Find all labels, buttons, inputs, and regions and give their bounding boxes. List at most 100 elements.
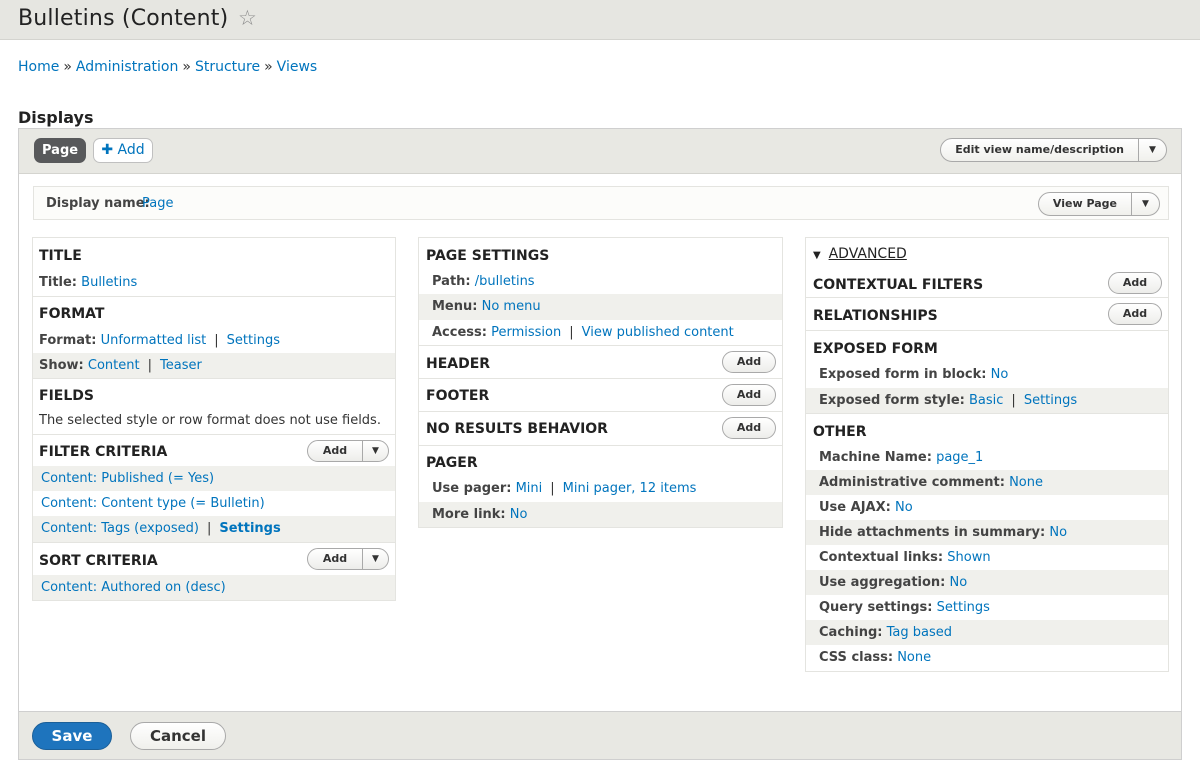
contextual-filters-label: CONTEXTUAL FILTERS <box>813 277 984 293</box>
add-display-button[interactable]: ✚ Add <box>93 138 153 163</box>
header-add-button[interactable]: Add <box>722 351 776 373</box>
fields-note: The selected style or row format does no… <box>39 413 381 428</box>
pager-heading: PAGER <box>426 455 478 471</box>
edit-view-button[interactable]: Edit view name/description <box>941 139 1138 161</box>
chevron-down-icon[interactable]: ▼ <box>362 441 388 461</box>
no-results-label: NO RESULTS BEHAVIOR <box>426 421 608 437</box>
star-icon[interactable]: ☆ <box>238 6 257 30</box>
header-label: HEADER <box>426 356 491 372</box>
add-display-label: Add <box>117 142 145 158</box>
more-link-row: More link: No <box>419 502 782 527</box>
use-ajax-link[interactable]: No <box>895 500 913 515</box>
access-value-link[interactable]: Permission <box>491 325 561 340</box>
chevron-down-icon[interactable]: ▼ <box>1131 193 1159 215</box>
chevron-down-icon[interactable]: ▼ <box>1138 139 1166 161</box>
breadcrumb-structure[interactable]: Structure <box>195 59 260 75</box>
exposed-style-label: Exposed form style: <box>819 393 965 408</box>
more-link-label: More link: <box>432 507 506 522</box>
page-header: Bulletins (Content) ☆ <box>0 0 1200 40</box>
filter-add-split-button: Add ▼ <box>307 440 389 462</box>
save-button[interactable]: Save <box>32 722 112 750</box>
no-results-add-button[interactable]: Add <box>722 417 776 439</box>
format-value-link[interactable]: Unformatted list <box>101 333 207 348</box>
admin-comment-link[interactable]: None <box>1009 475 1043 490</box>
show-row: Show: Content | Teaser <box>33 353 395 378</box>
machine-name-link[interactable]: page_1 <box>936 450 983 465</box>
format-settings-link[interactable]: Settings <box>227 333 280 348</box>
exposed-style-settings-link[interactable]: Settings <box>1024 393 1077 408</box>
other-label: Use AJAX: <box>819 500 891 515</box>
other-label: CSS class: <box>819 650 894 665</box>
breadcrumb-views[interactable]: Views <box>277 59 318 75</box>
format-heading: FORMAT <box>39 306 105 322</box>
menu-label: Menu: <box>432 299 478 314</box>
filter-content-type-link[interactable]: Content: Content type (= Bulletin) <box>41 496 265 511</box>
menu-value-link[interactable]: No menu <box>482 299 541 314</box>
exposed-style-value-link[interactable]: Basic <box>969 393 1003 408</box>
relationships-add-button[interactable]: Add <box>1108 303 1162 325</box>
sort-authored-link[interactable]: Content: Authored on (desc) <box>41 580 226 595</box>
sort-add-button[interactable]: Add <box>308 549 362 569</box>
sort-criteria-label: SORT CRITERIA <box>39 553 158 569</box>
breadcrumb-administration[interactable]: Administration <box>76 59 178 75</box>
use-pager-value-link[interactable]: Mini <box>516 481 543 496</box>
other-label: Caching: <box>819 625 883 640</box>
breadcrumb-home[interactable]: Home <box>18 59 59 75</box>
contextual-filters-add-button[interactable]: Add <box>1108 272 1162 294</box>
other-label: Use aggregation: <box>819 575 946 590</box>
advanced-toggle[interactable]: ▼ ADVANCED <box>806 238 1168 265</box>
use-aggregation-link[interactable]: No <box>950 575 968 590</box>
other-row: Query settings: Settings <box>806 595 1168 620</box>
filter-add-button[interactable]: Add <box>308 441 362 461</box>
exposed-form-heading: EXPOSED FORM <box>813 341 938 357</box>
other-row: Machine Name: page_1 <box>806 445 1168 470</box>
chevron-down-icon[interactable]: ▼ <box>362 549 388 569</box>
other-row: Use aggregation: No <box>806 570 1168 595</box>
filter-item: Content: Tags (exposed) | Settings <box>33 516 395 542</box>
path-row: Path: /bulletins <box>419 269 782 294</box>
header-section-heading: HEADER Add <box>419 346 782 378</box>
show-value-link[interactable]: Content <box>88 358 140 373</box>
display-name-value[interactable]: Page <box>142 196 173 211</box>
title-heading: TITLE <box>39 248 82 264</box>
sort-add-split-button: Add ▼ <box>307 548 389 570</box>
caching-link[interactable]: Tag based <box>887 625 952 640</box>
breadcrumb-separator: » <box>63 59 72 75</box>
filter-item: Content: Content type (= Bulletin) <box>33 491 395 516</box>
filter-tags-link[interactable]: Content: Tags (exposed) <box>41 521 199 536</box>
contextual-filters-heading: CONTEXTUAL FILTERS Add <box>806 265 1168 297</box>
title-value-link[interactable]: Bulletins <box>81 275 137 290</box>
cancel-button[interactable]: Cancel <box>130 722 226 750</box>
query-settings-link[interactable]: Settings <box>937 600 990 615</box>
hide-attachments-link[interactable]: No <box>1049 525 1067 540</box>
contextual-links-link[interactable]: Shown <box>947 550 990 565</box>
breadcrumb-separator: » <box>182 59 191 75</box>
filter-published-link[interactable]: Content: Published (= Yes) <box>41 471 214 486</box>
exposed-block-row: Exposed form in block: No <box>806 362 1168 388</box>
other-label: Contextual links: <box>819 550 944 565</box>
show-label: Show: <box>39 358 84 373</box>
css-class-link[interactable]: None <box>897 650 931 665</box>
access-detail-link[interactable]: View published content <box>582 325 734 340</box>
plus-icon: ✚ <box>101 142 114 158</box>
use-pager-detail-link[interactable]: Mini pager, 12 items <box>563 481 697 496</box>
other-row: Contextual links: Shown <box>806 545 1168 570</box>
other-row: Hide attachments in summary: No <box>806 520 1168 545</box>
path-value-link[interactable]: /bulletins <box>475 274 535 289</box>
filter-settings-link[interactable]: Settings <box>219 521 280 536</box>
view-page-button[interactable]: View Page <box>1039 193 1131 215</box>
other-heading: OTHER <box>813 424 867 440</box>
footer-add-button[interactable]: Add <box>722 384 776 406</box>
other-label: Query settings: <box>819 600 933 615</box>
other-row: Administrative comment: None <box>806 470 1168 495</box>
pipe-separator: | <box>214 333 219 348</box>
filter-item: Content: Published (= Yes) <box>33 466 395 491</box>
more-link-value-link[interactable]: No <box>510 507 528 522</box>
access-row: Access: Permission | View published conten… <box>419 320 782 345</box>
tab-page[interactable]: Page <box>34 138 87 163</box>
exposed-block-label: Exposed form in block: <box>819 367 987 382</box>
exposed-block-value-link[interactable]: No <box>991 367 1009 382</box>
no-results-heading: NO RESULTS BEHAVIOR Add <box>419 412 782 445</box>
show-teaser-link[interactable]: Teaser <box>160 358 202 373</box>
breadcrumb-separator: » <box>264 59 273 75</box>
